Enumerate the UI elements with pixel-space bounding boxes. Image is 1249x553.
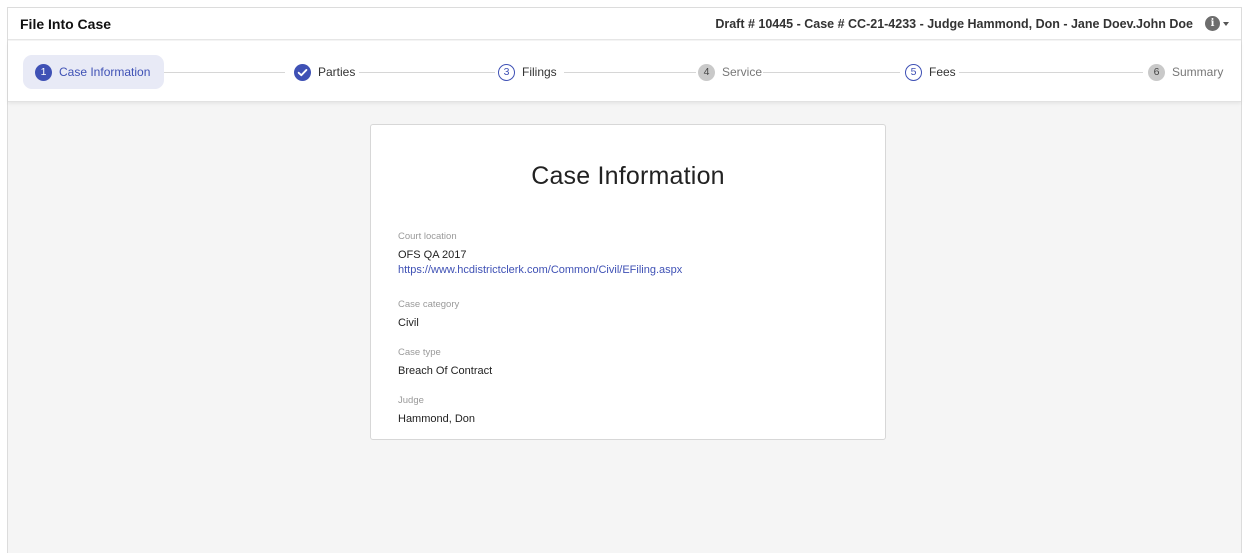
progress-stepper: 1 Case Information Parties 3 Filings 4 S… bbox=[8, 41, 1241, 102]
court-location-link[interactable]: https://www.hcdistrictclerk.com/Common/C… bbox=[398, 263, 682, 278]
field-label: Case category bbox=[398, 299, 460, 310]
app-window: File Into Case Draft # 10445 - Case # CC… bbox=[7, 7, 1242, 553]
step-number: 6 bbox=[1148, 63, 1165, 81]
caret-down-icon bbox=[1223, 21, 1229, 26]
case-category-value: Civil bbox=[398, 317, 419, 329]
step-number: 3 bbox=[498, 63, 515, 81]
step-parties[interactable]: Parties bbox=[294, 55, 355, 89]
case-category-field: Case category Civil bbox=[398, 299, 459, 331]
step-label: Fees bbox=[929, 65, 956, 79]
court-location-value: OFS QA 2017 bbox=[398, 249, 467, 261]
step-label: Parties bbox=[318, 65, 356, 79]
step-connector bbox=[959, 72, 1143, 73]
top-bar: File Into Case Draft # 10445 - Case # CC… bbox=[8, 8, 1241, 40]
step-label: Filings bbox=[522, 65, 557, 79]
field-label: Court location bbox=[398, 231, 457, 242]
step-fees[interactable]: 5 Fees bbox=[905, 55, 956, 89]
step-number: 1 bbox=[35, 63, 52, 81]
step-summary[interactable]: 6 Summary bbox=[1148, 55, 1223, 89]
step-connector bbox=[359, 72, 495, 73]
info-menu-button[interactable]: i bbox=[1205, 16, 1229, 31]
step-label: Summary bbox=[1172, 65, 1224, 79]
step-connector bbox=[763, 72, 900, 73]
step-service[interactable]: 4 Service bbox=[698, 55, 762, 89]
step-filings[interactable]: 3 Filings bbox=[498, 55, 557, 89]
card-title: Case Information bbox=[531, 162, 725, 190]
step-number: 5 bbox=[905, 63, 922, 81]
case-type-value: Breach Of Contract bbox=[398, 365, 493, 377]
info-circle-icon: i bbox=[1205, 16, 1220, 31]
field-label: Case type bbox=[398, 347, 441, 358]
check-circle-icon bbox=[294, 63, 311, 81]
step-connector bbox=[158, 72, 285, 73]
step-number: 4 bbox=[698, 63, 715, 81]
step-case-information[interactable]: 1 Case Information bbox=[23, 55, 165, 89]
court-location-field: Court location OFS QA 2017 https://www.h… bbox=[398, 231, 682, 278]
header-right: Draft # 10445 - Case # CC-21-4233 - Judg… bbox=[715, 16, 1229, 31]
case-summary: Draft # 10445 - Case # CC-21-4233 - Judg… bbox=[715, 16, 1193, 31]
case-type-field: Case type Breach Of Contract bbox=[398, 347, 492, 379]
step-connector bbox=[564, 72, 696, 73]
step-label: Service bbox=[722, 65, 763, 79]
page-title: File Into Case bbox=[20, 15, 112, 32]
step-label: Case Information bbox=[59, 65, 151, 79]
case-information-card: Case Information Court location OFS QA 2… bbox=[370, 124, 886, 440]
judge-value: Hammond, Don bbox=[398, 413, 476, 425]
field-label: Judge bbox=[398, 395, 424, 406]
judge-field: Judge Hammond, Don bbox=[398, 395, 475, 427]
